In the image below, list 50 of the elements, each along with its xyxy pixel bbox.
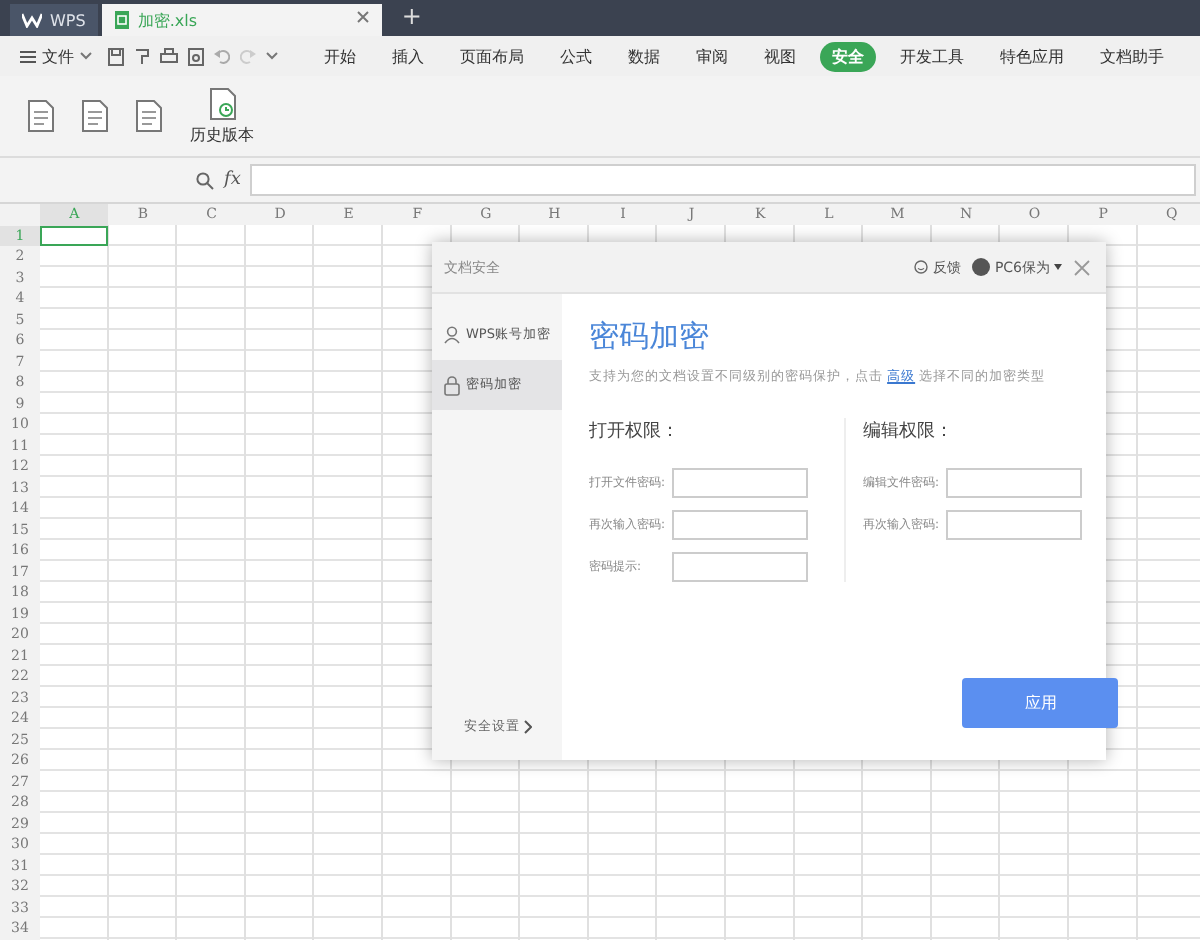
close-icon[interactable] <box>1074 259 1090 275</box>
close-icon[interactable] <box>355 10 370 24</box>
password-field[interactable] <box>946 510 1083 540</box>
zoom-icon[interactable] <box>196 171 214 189</box>
lock-icon <box>444 375 460 395</box>
password-field[interactable] <box>672 510 809 540</box>
apply-button[interactable]: 应用 <box>962 678 1119 728</box>
section-heading: 密码加密 <box>588 318 711 356</box>
smiley-icon <box>914 260 929 274</box>
ribbon-tab[interactable]: 视图 <box>752 41 808 71</box>
ribbon-tab[interactable]: 审阅 <box>684 41 740 71</box>
caret-icon <box>1054 264 1062 270</box>
ribbon-tab[interactable]: 页面布局 <box>448 41 536 71</box>
formula-input[interactable] <box>250 164 1196 196</box>
document-tab[interactable]: 加密.xls <box>101 4 382 36</box>
document-icon[interactable] <box>136 100 162 132</box>
w-logo-icon <box>22 12 42 28</box>
save-icon[interactable] <box>108 47 124 65</box>
ribbon-tab[interactable]: 特色应用 <box>988 41 1076 71</box>
ribbon-tab[interactable]: 安全 <box>820 41 876 71</box>
print-icon[interactable] <box>160 47 178 65</box>
file-menu[interactable]: 文件 <box>20 45 92 67</box>
ribbon-tab[interactable]: 数据 <box>616 41 672 71</box>
ribbon-tab[interactable]: 公式 <box>548 41 604 71</box>
menu-icon <box>20 49 36 63</box>
undo-icon[interactable] <box>214 48 230 64</box>
preview-icon[interactable] <box>188 47 204 65</box>
person-icon <box>444 326 460 344</box>
caret-icon[interactable] <box>266 52 278 60</box>
spreadsheet-icon <box>113 10 130 30</box>
avatar-icon <box>972 258 991 276</box>
ribbon-tab[interactable]: 插入 <box>380 41 436 71</box>
caret-icon <box>80 52 92 60</box>
active-cell[interactable] <box>40 225 109 246</box>
document-icon[interactable] <box>82 100 108 132</box>
password-field[interactable] <box>946 468 1083 498</box>
section-title: 打开权限： <box>588 419 681 444</box>
document-clock-icon <box>209 87 235 119</box>
document-icon[interactable] <box>28 100 54 132</box>
section-title: 编辑权限： <box>862 419 955 444</box>
function-label[interactable]: fx <box>224 170 241 190</box>
chevron-right-icon[interactable] <box>524 720 532 734</box>
document-tab[interactable]: WPS <box>10 4 98 36</box>
ribbon-tab[interactable]: 文档助手 <box>1088 41 1176 71</box>
ribbon-tab[interactable]: 开始 <box>312 41 368 71</box>
history-button[interactable]: 历史版本 <box>190 87 254 145</box>
new-tab-button[interactable]: + <box>385 0 438 36</box>
password-field[interactable] <box>672 468 809 498</box>
ribbon-tab[interactable]: 开发工具 <box>888 41 976 71</box>
password-field[interactable] <box>672 552 809 582</box>
